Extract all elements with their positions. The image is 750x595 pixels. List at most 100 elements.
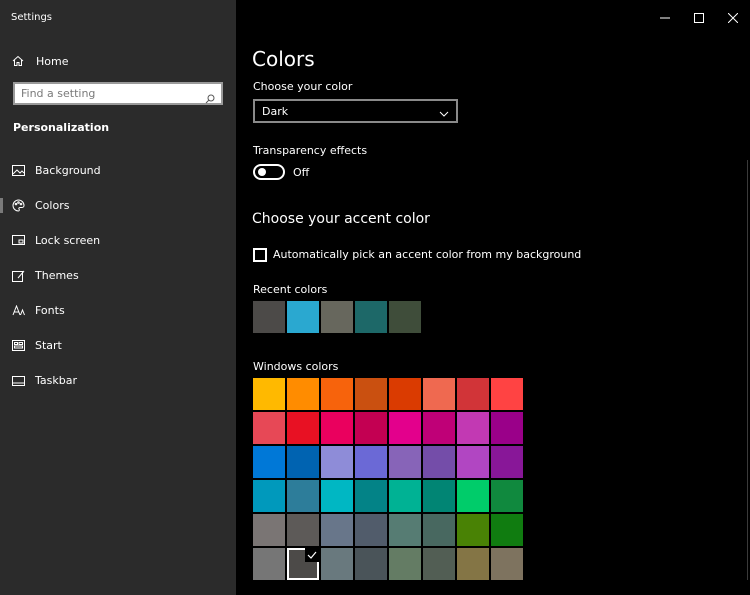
sidebar-item-start[interactable]: Start [0,328,236,363]
sidebar-item-taskbar[interactable]: Taskbar [0,363,236,398]
color-swatch[interactable] [355,548,387,580]
sidebar: Settings Home Personalization Background… [0,0,236,595]
home-nav-item[interactable]: Home [12,52,68,70]
color-swatch[interactable] [253,446,285,478]
color-swatch[interactable] [253,514,285,546]
choose-color-dropdown[interactable]: Dark [253,99,458,123]
recent-color-swatch[interactable] [253,301,285,333]
color-swatch[interactable] [287,480,319,512]
close-icon [728,13,738,23]
color-swatch[interactable] [321,480,353,512]
color-swatch[interactable] [321,378,353,410]
windows-colors-label: Windows colors [253,360,339,373]
sidebar-item-label: Themes [35,269,79,282]
color-swatch[interactable] [491,378,523,410]
close-button[interactable] [725,10,741,26]
palette-icon [12,199,25,212]
color-swatch[interactable] [287,446,319,478]
sidebar-item-colors[interactable]: Colors [0,188,236,223]
scrollbar[interactable] [747,160,748,580]
color-swatch[interactable] [287,514,319,546]
color-swatch[interactable] [253,480,285,512]
auto-accent-checkbox[interactable] [253,248,267,262]
color-swatch[interactable] [491,412,523,444]
recent-color-swatch[interactable] [287,301,319,333]
color-swatch[interactable] [457,514,489,546]
color-swatch[interactable] [389,412,421,444]
start-icon [12,339,25,352]
color-swatch[interactable] [423,412,455,444]
color-swatch[interactable] [355,514,387,546]
sidebar-item-label: Background [35,164,101,177]
auto-accent-label[interactable]: Automatically pick an accent color from … [273,248,581,261]
sidebar-item-themes[interactable]: Themes [0,258,236,293]
color-swatch[interactable] [321,548,353,580]
nav-list: Background Colors Lock screen Themes Fon… [0,153,236,398]
color-swatch[interactable] [321,412,353,444]
chevron-down-icon [439,102,449,121]
color-swatch[interactable] [253,412,285,444]
color-swatch[interactable] [491,514,523,546]
recent-colors-row [253,301,421,333]
recent-color-swatch[interactable] [355,301,387,333]
color-swatch[interactable] [389,480,421,512]
color-swatch[interactable] [491,446,523,478]
color-swatch[interactable] [287,378,319,410]
home-label: Home [36,54,69,68]
sidebar-item-fonts[interactable]: Fonts [0,293,236,328]
main-content: Colors Choose your color Dark Transparen… [236,0,750,595]
maximize-button[interactable] [691,10,707,26]
toggle-knob [258,168,266,176]
page-title: Colors [252,47,315,71]
color-swatch[interactable] [389,446,421,478]
dropdown-value: Dark [262,104,289,118]
color-swatch[interactable] [423,446,455,478]
color-swatch[interactable] [321,514,353,546]
sidebar-item-label: Start [35,339,62,352]
maximize-icon [694,13,704,23]
color-swatch[interactable] [457,412,489,444]
windows-colors-grid [253,378,523,580]
sidebar-item-lock-screen[interactable]: Lock screen [0,223,236,258]
color-swatch[interactable] [423,378,455,410]
color-swatch[interactable] [355,378,387,410]
transparency-label: Transparency effects [253,144,368,157]
color-swatch[interactable] [457,480,489,512]
home-icon [12,52,24,71]
color-swatch[interactable] [491,480,523,512]
lock-screen-icon [12,234,25,247]
color-swatch[interactable] [355,446,387,478]
color-swatch[interactable] [287,548,319,580]
search-box[interactable] [13,82,223,105]
search-icon[interactable] [205,89,215,103]
color-swatch[interactable] [491,548,523,580]
recent-colors-label: Recent colors [253,283,328,296]
picture-icon [12,164,25,177]
recent-color-swatch[interactable] [321,301,353,333]
color-swatch[interactable] [355,480,387,512]
color-swatch[interactable] [287,412,319,444]
minimize-button[interactable] [657,10,673,26]
minimize-icon [660,17,670,19]
color-swatch[interactable] [321,446,353,478]
color-swatch[interactable] [457,378,489,410]
color-swatch[interactable] [457,548,489,580]
color-swatch[interactable] [253,378,285,410]
color-swatch[interactable] [457,446,489,478]
color-swatch[interactable] [389,514,421,546]
color-swatch[interactable] [423,480,455,512]
recent-color-swatch[interactable] [389,301,421,333]
themes-icon [12,269,25,282]
sidebar-item-background[interactable]: Background [0,153,236,188]
choose-color-label: Choose your color [253,80,353,93]
color-swatch[interactable] [253,548,285,580]
color-swatch[interactable] [423,548,455,580]
search-input[interactable] [21,87,201,100]
color-swatch[interactable] [389,378,421,410]
color-swatch[interactable] [423,514,455,546]
color-swatch[interactable] [355,412,387,444]
transparency-toggle[interactable] [253,164,285,180]
taskbar-icon [12,374,25,387]
color-swatch[interactable] [389,548,421,580]
sidebar-item-label: Taskbar [35,374,77,387]
